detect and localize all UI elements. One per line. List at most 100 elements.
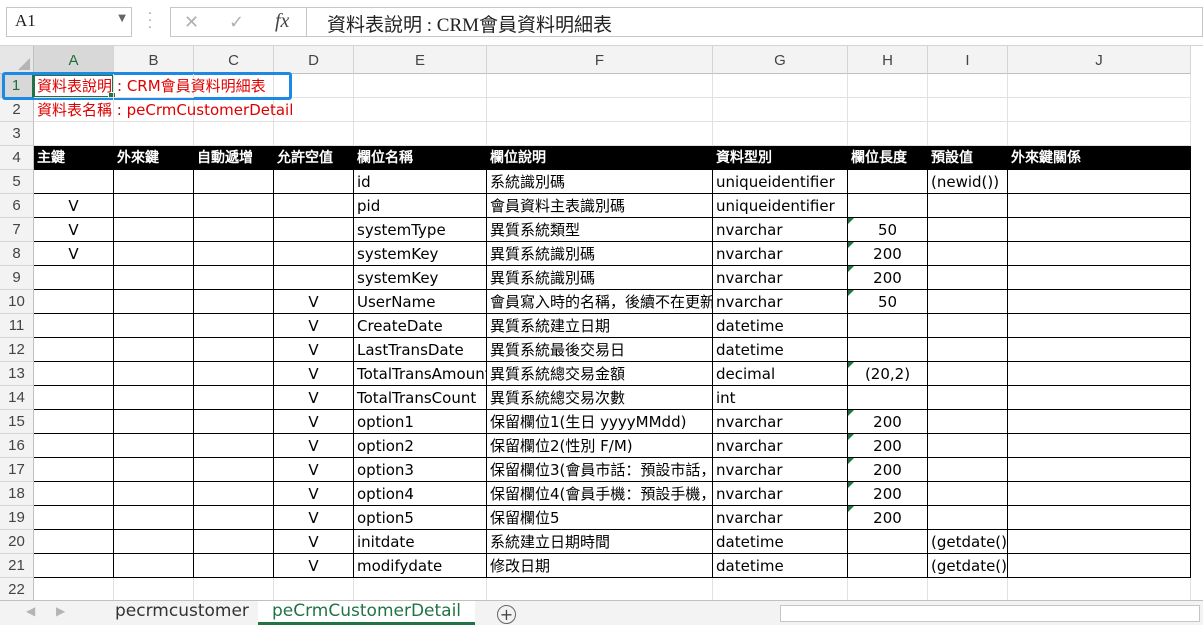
row-header-18[interactable]: 18 <box>0 482 34 506</box>
cell-e11[interactable]: CreateDate <box>354 314 487 338</box>
cell-a2[interactable]: 資料表名稱 : peCrmCustomerDetail <box>34 98 293 122</box>
row-header-2[interactable]: 2 <box>0 98 34 122</box>
cell-g22[interactable] <box>713 578 848 600</box>
cell-j10[interactable] <box>1008 290 1191 314</box>
cell-c7[interactable] <box>194 218 274 242</box>
cell-d7[interactable] <box>274 218 354 242</box>
cell-f16[interactable]: 保留欄位2(性別 F/M) <box>487 434 713 458</box>
cell-a8[interactable]: V <box>34 242 114 266</box>
cell-e12[interactable]: LastTransDate <box>354 338 487 362</box>
cell-e4[interactable]: 欄位名稱 <box>354 146 487 170</box>
cell-i3[interactable] <box>928 122 1008 146</box>
cell-f6[interactable]: 會員資料主表識別碼 <box>487 194 713 218</box>
cell-c20[interactable] <box>194 530 274 554</box>
cell-a7[interactable]: V <box>34 218 114 242</box>
column-header-a[interactable]: A <box>34 46 114 74</box>
row-header-11[interactable]: 11 <box>0 314 34 338</box>
cell-a10[interactable] <box>34 290 114 314</box>
cell-b5[interactable] <box>114 170 194 194</box>
cell-b1[interactable]: : CRM會員資料明細表 <box>114 74 266 98</box>
cell-i10[interactable] <box>928 290 1008 314</box>
cell-d5[interactable] <box>274 170 354 194</box>
cell-b4[interactable]: 外來鍵 <box>114 146 194 170</box>
cell-b20[interactable] <box>114 530 194 554</box>
cell-b13[interactable] <box>114 362 194 386</box>
cell-g12[interactable]: datetime <box>713 338 848 362</box>
cell-j9[interactable] <box>1008 266 1191 290</box>
cell-c4[interactable]: 自動遞增 <box>194 146 274 170</box>
cell-h22[interactable] <box>848 578 928 600</box>
cell-f15[interactable]: 保留欄位1(生日 yyyyMMdd) <box>487 410 713 434</box>
cell-e1[interactable] <box>354 74 487 98</box>
cell-j19[interactable] <box>1008 506 1191 530</box>
cell-a19[interactable] <box>34 506 114 530</box>
cell-i2[interactable] <box>928 98 1008 122</box>
cell-i16[interactable] <box>928 434 1008 458</box>
cell-g15[interactable]: nvarchar <box>713 410 848 434</box>
cell-e14[interactable]: TotalTransCount <box>354 386 487 410</box>
cell-f12[interactable]: 異質系統最後交易日 <box>487 338 713 362</box>
cell-g2[interactable] <box>713 98 848 122</box>
cell-g21[interactable]: datetime <box>713 554 848 578</box>
cell-h18[interactable]: 200 <box>848 482 928 506</box>
cell-a16[interactable] <box>34 434 114 458</box>
cell-f9[interactable]: 異質系統識別碼 <box>487 266 713 290</box>
cell-j21[interactable] <box>1008 554 1191 578</box>
cell-h13[interactable]: (20,2) <box>848 362 928 386</box>
add-sheet-icon[interactable]: + <box>497 605 516 624</box>
cell-f11[interactable]: 異質系統建立日期 <box>487 314 713 338</box>
cell-e15[interactable]: option1 <box>354 410 487 434</box>
cell-b8[interactable] <box>114 242 194 266</box>
cell-e13[interactable]: TotalTransAmount <box>354 362 487 386</box>
cell-d8[interactable] <box>274 242 354 266</box>
cell-b10[interactable] <box>114 290 194 314</box>
cell-i11[interactable] <box>928 314 1008 338</box>
cell-b17[interactable] <box>114 458 194 482</box>
cell-i7[interactable] <box>928 218 1008 242</box>
cell-d12[interactable]: V <box>274 338 354 362</box>
cell-j15[interactable] <box>1008 410 1191 434</box>
cell-a6[interactable]: V <box>34 194 114 218</box>
cell-c21[interactable] <box>194 554 274 578</box>
cell-j8[interactable] <box>1008 242 1191 266</box>
cell-g6[interactable]: uniqueidentifier <box>713 194 848 218</box>
row-header-13[interactable]: 13 <box>0 362 34 386</box>
cell-f18[interactable]: 保留欄位4(會員手機：預設手機， <box>487 482 713 506</box>
cell-a22[interactable] <box>34 578 114 600</box>
enter-icon[interactable]: ✓ <box>229 12 244 33</box>
row-header-5[interactable]: 5 <box>0 170 34 194</box>
cell-e22[interactable] <box>354 578 487 600</box>
cell-i12[interactable] <box>928 338 1008 362</box>
row-header-21[interactable]: 21 <box>0 554 34 578</box>
row-header-4[interactable]: 4 <box>0 146 34 170</box>
cell-a18[interactable] <box>34 482 114 506</box>
cell-a5[interactable] <box>34 170 114 194</box>
cell-a17[interactable] <box>34 458 114 482</box>
cell-b14[interactable] <box>114 386 194 410</box>
row-header-12[interactable]: 12 <box>0 338 34 362</box>
cell-e16[interactable]: option2 <box>354 434 487 458</box>
cell-c13[interactable] <box>194 362 274 386</box>
column-header-j[interactable]: J <box>1008 46 1191 74</box>
prev-sheet-icon[interactable]: ◀ <box>26 604 35 618</box>
cell-d19[interactable]: V <box>274 506 354 530</box>
drag-handle-icon[interactable]: · · · <box>145 8 155 35</box>
cell-j12[interactable] <box>1008 338 1191 362</box>
cell-c3[interactable] <box>194 122 274 146</box>
cell-j16[interactable] <box>1008 434 1191 458</box>
cell-g17[interactable]: nvarchar <box>713 458 848 482</box>
insert-function-icon[interactable]: fx <box>275 10 289 33</box>
cell-i4[interactable]: 預設值 <box>928 146 1008 170</box>
row-header-7[interactable]: 7 <box>0 218 34 242</box>
cell-j5[interactable] <box>1008 170 1191 194</box>
row-header-16[interactable]: 16 <box>0 434 34 458</box>
cell-i21[interactable]: (getdate()) <box>928 554 1008 578</box>
column-header-e[interactable]: E <box>354 46 487 74</box>
row-header-6[interactable]: 6 <box>0 194 34 218</box>
cell-i6[interactable] <box>928 194 1008 218</box>
cell-i19[interactable] <box>928 506 1008 530</box>
cell-g10[interactable]: nvarchar <box>713 290 848 314</box>
row-header-9[interactable]: 9 <box>0 266 34 290</box>
cell-a1[interactable]: 資料表說明 <box>34 74 114 98</box>
cell-a4[interactable]: 主鍵 <box>34 146 114 170</box>
